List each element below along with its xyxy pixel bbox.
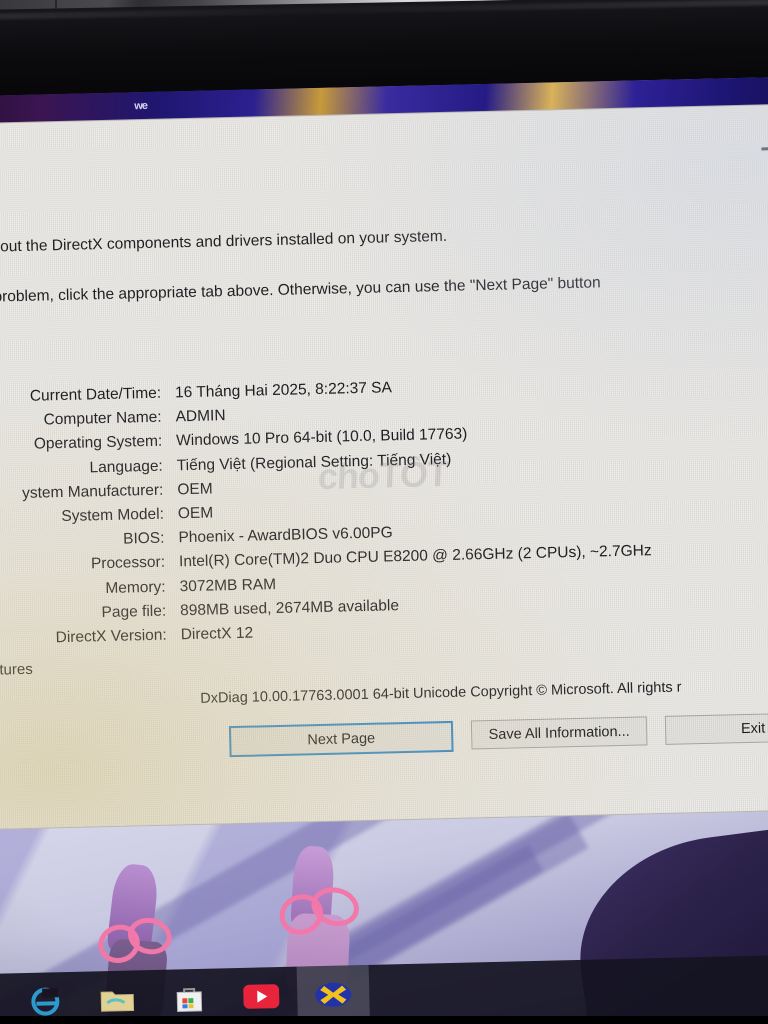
dxdiag-icon: [313, 979, 354, 1015]
dialog-button-row: Next Page Save All Information... Exit: [228, 711, 768, 758]
system-info-value: ADMIN: [175, 407, 226, 426]
system-info-label: DirectX Version:: [55, 626, 167, 647]
minimize-icon[interactable]: [761, 147, 768, 151]
microsoft-store-icon: [174, 982, 205, 1018]
dialog-description-line-1: tion about the DirectX components and dr…: [0, 227, 448, 257]
next-page-button[interactable]: Next Page: [228, 720, 454, 758]
exit-button[interactable]: Exit: [664, 711, 768, 745]
monitor-screen: we tion about the DirectX components and…: [0, 76, 768, 1024]
photo-bottom-edge: [0, 1016, 768, 1024]
photographed-monitor: we tion about the DirectX components and…: [0, 0, 768, 1024]
background-window-glyph: we: [134, 99, 148, 113]
youtube-icon: [243, 983, 280, 1015]
save-all-information-button[interactable]: Save All Information...: [470, 716, 648, 750]
system-info-value: OEM: [177, 504, 214, 523]
dxdiag-dialog: tion about the DirectX components and dr…: [0, 104, 768, 830]
whql-signatures-label: signatures: [0, 660, 33, 680]
file-explorer-icon: [100, 986, 135, 1018]
system-information-table: Current Date/Time: 16 Tháng Hai 2025, 8:2…: [0, 366, 768, 652]
dialog-description-line-2: g the problem, click the appropriate tab…: [0, 274, 601, 307]
system-info-value: OEM: [177, 480, 213, 499]
system-info-value: DirectX 12: [180, 624, 254, 644]
system-info-value: 3072MB RAM: [179, 575, 277, 595]
copyright-text: DxDiag 10.00.17763.0001 64-bit Unicode C…: [200, 679, 682, 707]
